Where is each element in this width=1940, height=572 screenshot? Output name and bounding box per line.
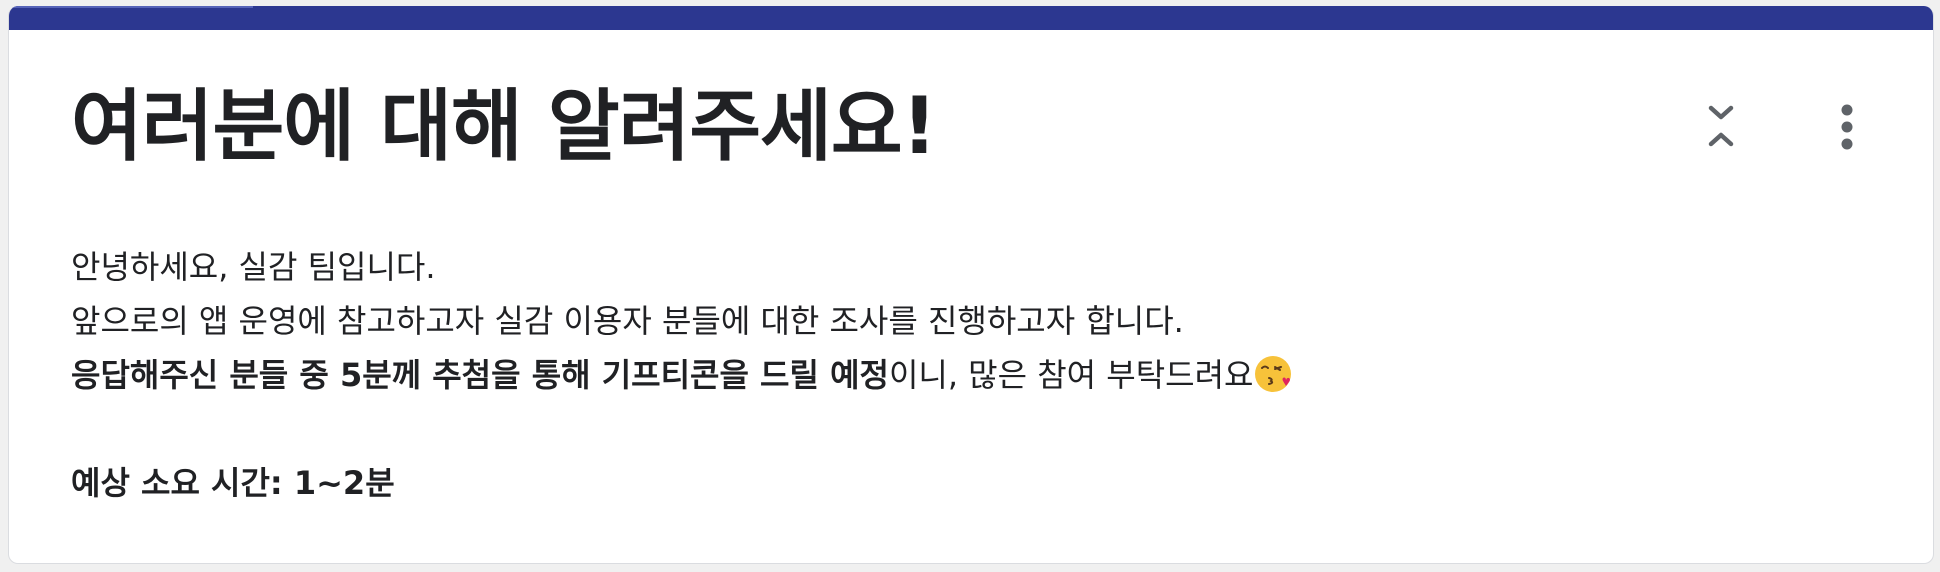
- description-line: 응답해주신 분들 중 5분께 추첨을 통해 기프티콘을 드릴 예정이니, 많은 …: [71, 348, 1293, 402]
- collapse-icon: [1708, 105, 1734, 147]
- face-blowing-kiss-icon: [1255, 356, 1292, 392]
- section-tab-indicator: [9, 6, 253, 8]
- collapse-button[interactable]: [1699, 98, 1743, 154]
- section-title: 여러분에 대해 알려주세요!: [71, 82, 937, 172]
- section-card: 여러분에 대해 알려주세요! 안녕하세요, 실감 팀입니다. 앞으로의 앱 운영…: [8, 6, 1934, 564]
- description-text: 이니, 많은 참여 부탁드려요: [888, 356, 1254, 394]
- description-bold-text: 응답해주신 분들 중 5분께 추첨을 통해 기프티콘을 드릴 예정: [71, 356, 889, 394]
- section-description: 안녕하세요, 실감 팀입니다. 앞으로의 앱 운영에 참고하고자 실감 이용자 …: [71, 240, 1293, 510]
- description-line: 안녕하세요, 실감 팀입니다.: [71, 248, 436, 286]
- time-estimate: 예상 소요 시간: 1~2분: [71, 456, 1293, 510]
- description-line: 앞으로의 앱 운영에 참고하고자 실감 이용자 분들에 대한 조사를 진행하고자…: [71, 302, 1184, 340]
- section-header-bar: [9, 6, 1933, 30]
- more-options-button[interactable]: [1831, 102, 1863, 154]
- more-vert-icon: [1841, 104, 1853, 150]
- time-estimate-text: 예상 소요 시간: 1~2분: [71, 464, 395, 502]
